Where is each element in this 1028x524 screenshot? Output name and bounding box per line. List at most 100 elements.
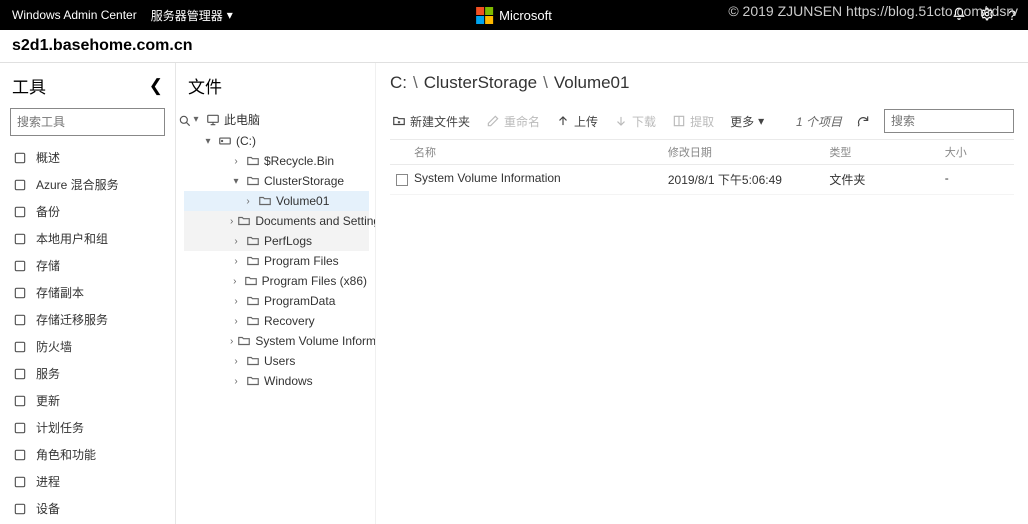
tree-item[interactable]: ›Recovery xyxy=(184,311,369,331)
tools-title: 工具 xyxy=(12,73,46,98)
tree-item[interactable]: ›$Recycle.Bin xyxy=(184,151,369,171)
tree-item-label: System Volume Information xyxy=(255,334,376,348)
updates-icon xyxy=(12,393,28,409)
tool-item-label: 进程 xyxy=(36,473,60,490)
notifications-icon[interactable] xyxy=(952,7,966,24)
cell-size: - xyxy=(945,171,1014,188)
tool-item-label: 计划任务 xyxy=(36,419,84,436)
new-folder-label: 新建文件夹 xyxy=(410,113,470,130)
overview-icon xyxy=(12,150,28,166)
tool-item-更新[interactable]: 更新 xyxy=(0,387,175,414)
users-icon xyxy=(12,231,28,247)
gear-icon[interactable] xyxy=(980,7,994,24)
rename-label: 重命名 xyxy=(504,113,540,130)
tool-item-Azure 混合服务[interactable]: Azure 混合服务 xyxy=(0,171,175,198)
processes-icon xyxy=(12,474,28,490)
tool-item-本地用户和组[interactable]: 本地用户和组 xyxy=(0,225,175,252)
tool-item-存储副本[interactable]: 存储副本 xyxy=(0,279,175,306)
collapse-tools-icon[interactable]: ❮ xyxy=(149,76,163,96)
chevron-right-icon: › xyxy=(230,216,233,227)
col-header-size[interactable]: 大小 xyxy=(945,144,1014,160)
tree-item[interactable]: ›System Volume Information xyxy=(184,331,369,351)
file-search-input[interactable] xyxy=(891,114,1028,128)
col-header-type[interactable]: 类型 xyxy=(829,144,944,160)
chevron-down-icon: ▾ xyxy=(202,136,214,147)
microsoft-logo: Microsoft xyxy=(476,7,552,24)
tool-item-备份[interactable]: 备份 xyxy=(0,198,175,225)
breadcrumb-segment[interactable]: Volume01 xyxy=(554,73,630,92)
tool-item-label: 本地用户和组 xyxy=(36,230,108,247)
more-button[interactable]: 更多 ▾ xyxy=(728,111,766,132)
tool-item-服务[interactable]: 服务 xyxy=(0,360,175,387)
file-main: C:\ClusterStorage\Volume01 新建文件夹 重命名 上传 … xyxy=(376,63,1028,524)
tree-item-label: $Recycle.Bin xyxy=(264,154,334,168)
chevron-down-icon: ▾ xyxy=(227,8,233,22)
refresh-button[interactable] xyxy=(854,112,872,130)
tree-item[interactable]: ›PerfLogs xyxy=(184,231,369,251)
tool-item-防火墙[interactable]: 防火墙 xyxy=(0,333,175,360)
tool-item-进程[interactable]: 进程 xyxy=(0,468,175,495)
extract-button: 提取 xyxy=(670,111,716,132)
context-dropdown[interactable]: 服务器管理器 ▾ xyxy=(151,7,233,24)
tool-item-label: 服务 xyxy=(36,365,60,382)
tool-item-label: 存储副本 xyxy=(36,284,84,301)
tool-item-角色和功能[interactable]: 角色和功能 xyxy=(0,441,175,468)
breadcrumb-segment[interactable]: ClusterStorage xyxy=(424,73,537,92)
breadcrumb-separator: \ xyxy=(543,73,548,92)
tree-title: 文件 xyxy=(184,71,369,108)
new-folder-button[interactable]: 新建文件夹 xyxy=(390,111,472,132)
upload-button[interactable]: 上传 xyxy=(554,111,600,132)
tree-item[interactable]: ›Users xyxy=(184,351,369,371)
tree-item-label: ClusterStorage xyxy=(264,174,344,188)
tool-item-设备[interactable]: 设备 xyxy=(0,495,175,522)
tool-item-存储[interactable]: 存储 xyxy=(0,252,175,279)
tool-item-label: 更新 xyxy=(36,392,60,409)
chevron-right-icon: › xyxy=(230,376,242,387)
backup-icon xyxy=(12,204,28,220)
folder-icon xyxy=(258,194,272,208)
folder-icon xyxy=(246,174,260,188)
item-count: 1 个项目 xyxy=(796,113,842,130)
extract-label: 提取 xyxy=(690,113,714,130)
folder-icon xyxy=(246,354,260,368)
tree-item-label: Program Files (x86) xyxy=(262,274,367,288)
folder-icon xyxy=(246,294,260,308)
tool-item-label: 备份 xyxy=(36,203,60,220)
breadcrumb-segment[interactable]: C: xyxy=(390,73,407,92)
tools-search[interactable] xyxy=(10,108,165,136)
tool-item-label: Azure 混合服务 xyxy=(36,176,119,193)
help-icon[interactable]: ? xyxy=(1008,7,1016,23)
tool-item-概述[interactable]: 概述 xyxy=(0,144,175,171)
tools-search-input[interactable] xyxy=(17,115,172,129)
row-checkbox[interactable] xyxy=(396,174,408,186)
tree-item[interactable]: ›Volume01 xyxy=(184,191,369,211)
microsoft-label: Microsoft xyxy=(499,8,552,23)
folder-icon xyxy=(246,314,260,328)
tree-item-label: Users xyxy=(264,354,295,368)
tool-item-计划任务[interactable]: 计划任务 xyxy=(0,414,175,441)
chevron-right-icon: › xyxy=(230,316,242,327)
tree-drive[interactable]: ▾ (C:) xyxy=(184,131,369,151)
tree-item-label: ProgramData xyxy=(264,294,335,308)
tree-root[interactable]: ▾ 此电脑 xyxy=(184,108,369,131)
tree-item-label: Documents and Settings xyxy=(255,214,376,228)
file-tree: 文件 ▾ 此电脑 ▾ (C:) ›$Recycle.Bin▾ClusterSto… xyxy=(176,63,376,524)
col-header-name[interactable]: 名称 xyxy=(414,144,668,160)
table-row[interactable]: System Volume Information2019/8/1 下午5:06… xyxy=(390,165,1014,195)
col-header-date[interactable]: 修改日期 xyxy=(668,144,830,160)
tree-item[interactable]: ›ProgramData xyxy=(184,291,369,311)
tree-item[interactable]: ▾ClusterStorage xyxy=(184,171,369,191)
more-label: 更多 xyxy=(730,113,754,130)
microsoft-logo-icon xyxy=(476,7,493,24)
chevron-right-icon: › xyxy=(230,236,242,247)
tree-item-label: Volume01 xyxy=(276,194,329,208)
tool-item-存储迁移服务[interactable]: 存储迁移服务 xyxy=(0,306,175,333)
tree-item[interactable]: ›Program Files xyxy=(184,251,369,271)
tree-item[interactable]: ›Documents and Settings xyxy=(184,211,369,231)
tree-item[interactable]: ›Windows xyxy=(184,371,369,391)
tools-panel: 工具 ❮ 概述 Azure 混合服务备份本地用户和组存储存储副本存储迁移服务防火墙… xyxy=(0,63,176,524)
file-search[interactable] xyxy=(884,109,1014,133)
topbar: Windows Admin Center 服务器管理器 ▾ Microsoft … xyxy=(0,0,1028,30)
tree-item[interactable]: ›Program Files (x86) xyxy=(184,271,369,291)
cell-date: 2019/8/1 下午5:06:49 xyxy=(668,171,830,188)
